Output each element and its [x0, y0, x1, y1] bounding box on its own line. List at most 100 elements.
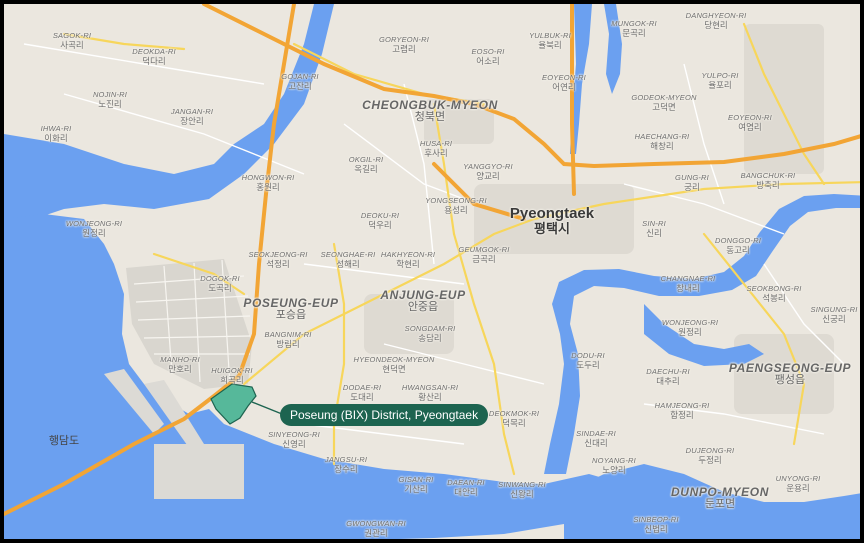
place-name-en: HUSA-RI — [419, 139, 453, 148]
village-label: SINWANG-RI 신왕리 — [498, 481, 546, 498]
region-label-paengseong[interactable]: PAENGSEONG-EUP 팽성읍 — [729, 362, 851, 386]
place-name-en: DODAE-RI — [342, 383, 382, 392]
village-label: SINYEONG-RI 신영리 — [268, 431, 320, 448]
place-name-ko: 송담리 — [418, 332, 442, 343]
village-label: SEOKBONG-RI 석봉리 — [746, 285, 801, 302]
place-name-en: JANGAN-RI — [170, 107, 214, 116]
place-name-ko: 노양리 — [602, 464, 626, 475]
place-name-en: CHEONGBUK-MYEON — [362, 98, 498, 112]
village-label: EOSO-RI 어소리 — [471, 48, 504, 65]
place-name-ko: 이화리 — [44, 132, 68, 143]
place-name-ko: 성해리 — [336, 258, 360, 269]
place-name-ko: 둔포면 — [704, 498, 736, 510]
village-label: YULBUK-RI 율북리 — [529, 32, 571, 49]
village-label: JANGAN-RI 장안리 — [171, 108, 213, 125]
place-name-en: CHANGNAE-RI — [660, 274, 716, 283]
place-name-en: HYEONDEOK-MYEON — [353, 355, 435, 364]
place-name-en: PAENGSEONG-EUP — [728, 361, 852, 375]
village-label: EOYEON-RI 어연리 — [542, 74, 586, 91]
place-name-en: HONGWON-RI — [241, 173, 295, 182]
place-name-ko: 고렴리 — [392, 43, 416, 54]
village-label: HUIGOK-RI 희곡리 — [211, 367, 252, 384]
place-name-en: GISAN-RI — [398, 475, 434, 484]
place-name-ko: 해창리 — [650, 140, 674, 151]
place-name-ko: 대안리 — [454, 486, 478, 497]
place-name-en: UNYONG-RI — [775, 474, 821, 483]
place-name-en: SAGOK-RI — [52, 31, 92, 40]
place-name-ko: 후사리 — [424, 147, 448, 158]
place-name-ko: 석정리 — [266, 258, 290, 269]
village-label: HAMJEONG-RI 함정리 — [655, 402, 710, 419]
place-name-ko: 율포리 — [708, 79, 732, 90]
district-callout-label[interactable]: Poseung (BIX) District, Pyeongtaek — [280, 404, 489, 426]
village-label: GEUMGOK-RI 금곡리 — [458, 246, 509, 263]
place-name-ko: 용성리 — [444, 204, 468, 215]
village-label: DOGOK-RI 도곡리 — [200, 275, 240, 292]
place-name-ko: 신영리 — [282, 438, 306, 449]
place-name-ko: 행담도 — [48, 435, 80, 447]
place-name-en: DAEAN-RI — [447, 478, 485, 487]
village-label: MUNGOK-RI 문곡리 — [611, 20, 657, 37]
village-label: JANGSU-RI 장수리 — [325, 456, 367, 473]
place-name-ko: 노진리 — [98, 98, 122, 109]
village-label: GUNG-RI 궁리 — [675, 174, 709, 191]
region-label-dunpo[interactable]: DUNPO-MYEON 둔포면 — [671, 486, 769, 510]
village-label: SINDAE-RI 신대리 — [576, 430, 616, 447]
region-label-cheongbuk[interactable]: CHEONGBUK-MYEON 청북면 — [362, 99, 498, 123]
region-label-anjung[interactable]: ANJUNG-EUP 안중읍 — [380, 289, 465, 313]
place-name-en: YONGSEONG-RI — [425, 196, 487, 205]
village-label: DODU-RI 도두리 — [571, 352, 604, 369]
place-name-en: YULBUK-RI — [529, 31, 571, 40]
place-name-ko: 방축리 — [756, 179, 780, 190]
place-name-en: DODU-RI — [571, 351, 605, 360]
place-name-en: NOJIN-RI — [92, 90, 128, 99]
place-name-ko: 팽성읍 — [774, 374, 806, 386]
place-name-en: DONGGO-RI — [715, 236, 761, 245]
place-name-ko: 도대리 — [350, 391, 374, 402]
place-name-ko: 도곡리 — [208, 282, 232, 293]
village-label: SAGOK-RI 사곡리 — [53, 32, 91, 49]
place-name-ko: 만호리 — [168, 363, 192, 374]
village-label: BANGNIM-RI 방림리 — [265, 331, 312, 348]
village-label: GISAN-RI 기산리 — [399, 476, 434, 493]
map-frame: Pyeongtaek 평택시 CHEONGBUK-MYEON 청북면 POSEU… — [0, 0, 864, 543]
place-name-ko: 신왕리 — [510, 488, 534, 499]
place-name-en: DUJEONG-RI — [685, 446, 735, 455]
village-label: YANGGYO-RI 양교리 — [463, 163, 513, 180]
place-name-en: DUNPO-MYEON — [671, 485, 769, 499]
village-label: GWONGWAN-RI 권관리 — [346, 520, 406, 537]
place-name-en: EOYEON-RI — [728, 113, 772, 122]
place-name-ko: 신법리 — [644, 523, 668, 534]
place-name-ko: 어소리 — [476, 55, 500, 66]
place-name-ko: 운용리 — [786, 482, 810, 493]
place-name-ko: 함정리 — [670, 409, 694, 420]
village-label: HYEONDEOK-MYEON 현덕면 — [354, 356, 435, 373]
place-name-ko: 장수리 — [334, 463, 358, 474]
village-label: GOJAN-RI 고잔리 — [281, 73, 318, 90]
place-name-ko: 문곡리 — [622, 27, 646, 38]
village-label: YULPO-RI 율포리 — [701, 72, 738, 89]
place-name-ko: 대추리 — [656, 375, 680, 386]
place-name-en: SINBEOP-RI — [633, 515, 679, 524]
place-name-en: HUIGOK-RI — [211, 366, 253, 375]
village-label: DEOKMOK-RI 덕목리 — [489, 410, 539, 427]
place-name-ko: 황산리 — [418, 391, 442, 402]
place-name-ko: 석봉리 — [762, 292, 786, 303]
place-name-ko: 고잔리 — [288, 80, 312, 91]
village-label: HWANGSAN-RI 황산리 — [402, 384, 458, 401]
place-name-ko: 신리 — [646, 227, 662, 238]
region-label-poseung[interactable]: POSEUNG-EUP 포승읍 — [243, 297, 338, 321]
place-name-ko: 도두리 — [576, 359, 600, 370]
place-name-en: EOSO-RI — [471, 47, 505, 56]
village-label: SINGUNG-RI 신궁리 — [811, 306, 858, 323]
city-name-ko: 평택시 — [534, 221, 570, 236]
village-label: WONJEONG-RI 원정리 — [66, 220, 122, 237]
place-name-ko: 희곡리 — [220, 374, 244, 385]
place-name-en: IHWA-RI — [40, 124, 72, 133]
village-label: HONGWON-RI 홍원리 — [242, 174, 295, 191]
village-label: HAKHYEON-RI 학현리 — [381, 251, 435, 268]
place-name-en: SEONGHAE-RI — [320, 250, 376, 259]
village-label: CHANGNAE-RI 창내리 — [661, 275, 716, 292]
city-label-pyeongtaek[interactable]: Pyeongtaek 평택시 — [510, 206, 594, 235]
place-name-en: EOYEON-RI — [542, 73, 586, 82]
